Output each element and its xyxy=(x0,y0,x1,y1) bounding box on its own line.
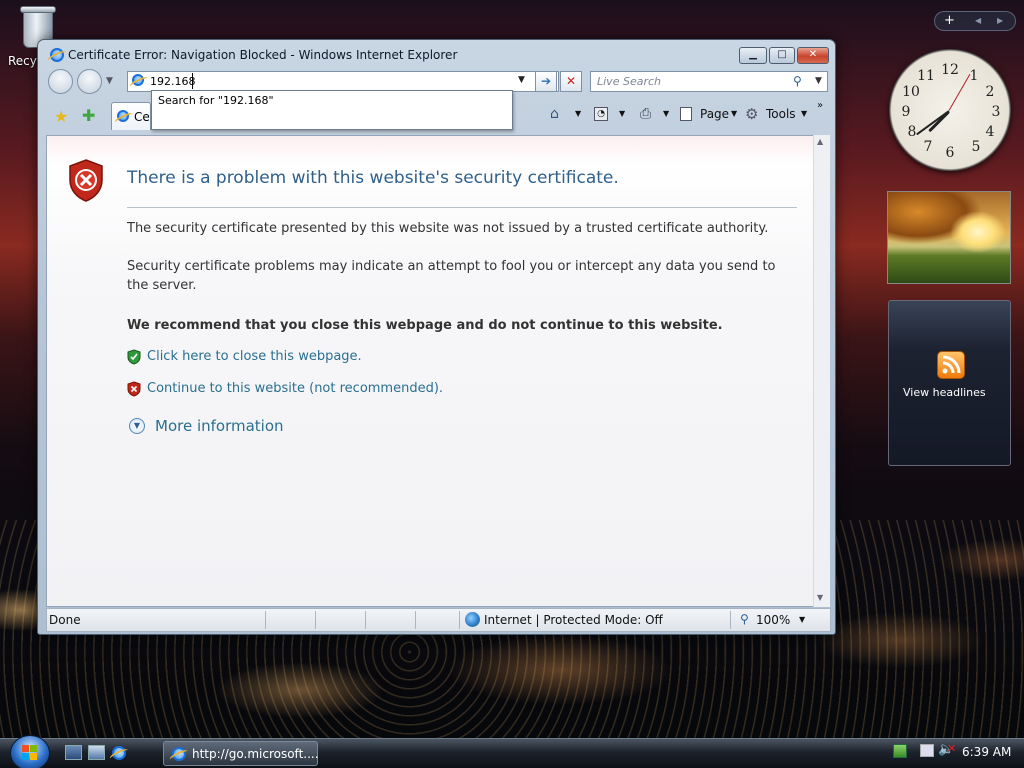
taskbar xyxy=(0,738,1024,768)
green-shield-icon xyxy=(127,349,141,365)
sidebar-controls: + ◀ ▶ xyxy=(934,11,1016,31)
print-icon[interactable]: ⎙ xyxy=(640,106,651,122)
tray-mute-x-icon: ✕ xyxy=(947,742,957,755)
scroll-down-icon[interactable]: ▼ xyxy=(817,593,823,602)
zoom-level[interactable]: 100% xyxy=(756,613,790,627)
expand-chevron-icon[interactable]: ▼ xyxy=(129,418,145,434)
home-dropdown-icon[interactable]: ▼ xyxy=(575,109,581,118)
forward-button[interactable] xyxy=(77,69,102,94)
address-bar[interactable]: 192.168 ▼ xyxy=(127,71,559,92)
autocomplete-dropdown[interactable]: Search for "192.168" xyxy=(151,90,513,130)
security-zone-text[interactable]: Internet | Protected Mode: Off xyxy=(484,613,663,627)
home-icon[interactable]: ⌂ xyxy=(550,106,559,122)
ie-icon xyxy=(50,48,64,62)
second-hand xyxy=(948,73,971,111)
security-error-shield-icon xyxy=(69,159,103,202)
tools-menu-dropdown-icon[interactable]: ▼ xyxy=(801,109,807,118)
status-bar: Done Internet | Protected Mode: Off ⚲ 10… xyxy=(46,608,831,632)
address-dropdown-icon[interactable]: ▼ xyxy=(518,75,530,85)
page-icon xyxy=(132,74,144,86)
feeds-icon[interactable]: ◔ xyxy=(594,107,608,121)
prev-gadget-icon[interactable]: ◀ xyxy=(975,16,981,25)
view-headlines-label[interactable]: View headlines xyxy=(903,386,986,399)
page-menu[interactable]: Page xyxy=(700,107,729,121)
add-gadget-button[interactable]: + xyxy=(944,13,955,28)
recent-pages-dropdown-icon[interactable]: ▼ xyxy=(106,76,113,86)
close-button[interactable]: ✕ xyxy=(797,47,829,64)
back-button[interactable] xyxy=(48,69,73,94)
more-information-link[interactable]: More information xyxy=(155,417,284,435)
tray-monitor-icon[interactable] xyxy=(920,744,934,757)
recommendation-text: We recommend that you close this webpage… xyxy=(127,318,723,333)
tools-menu[interactable]: Tools xyxy=(766,107,796,121)
tab-certificate-error[interactable]: Ce xyxy=(111,102,151,130)
autocomplete-item[interactable]: Search for "192.168" xyxy=(158,94,274,107)
page-menu-dropdown-icon[interactable]: ▼ xyxy=(731,109,737,118)
rss-feed-icon xyxy=(937,351,965,379)
page-menu-icon[interactable] xyxy=(680,107,692,121)
zoom-icon[interactable]: ⚲ xyxy=(740,612,749,626)
feed-headlines-gadget[interactable] xyxy=(888,300,1011,466)
ie-window: Certificate Error: Navigation Blocked - … xyxy=(37,39,836,635)
address-input[interactable]: 192.168 xyxy=(150,75,196,88)
add-favorites-icon[interactable]: ✚ xyxy=(82,106,95,125)
start-button[interactable] xyxy=(10,735,50,768)
tray-clock-time[interactable]: 6:39 AM xyxy=(962,745,1011,759)
search-input[interactable]: Live Search xyxy=(597,75,661,88)
switch-windows-icon[interactable] xyxy=(88,745,105,760)
minute-hand xyxy=(916,110,950,136)
continue-website-link[interactable]: Continue to this website (not recommende… xyxy=(147,381,443,396)
next-gadget-icon[interactable]: ▶ xyxy=(997,16,1003,25)
show-desktop-icon[interactable] xyxy=(65,745,82,760)
search-icon[interactable]: ⚲ xyxy=(793,74,802,88)
scroll-up-icon[interactable]: ▲ xyxy=(817,137,823,146)
page-heading: There is a problem with this website's s… xyxy=(127,168,619,188)
favorites-star-icon[interactable]: ★ xyxy=(54,107,68,126)
window-title: Certificate Error: Navigation Blocked - … xyxy=(68,48,458,62)
zoom-dropdown-icon[interactable]: ▼ xyxy=(799,615,805,624)
live-search-box[interactable]: Live Search ⚲ ▼ xyxy=(590,71,828,92)
heading-divider xyxy=(127,207,797,208)
maximize-button[interactable]: □ xyxy=(769,47,795,64)
taskbar-ie-icon xyxy=(172,747,186,761)
toolbar-overflow-icon[interactable]: » xyxy=(817,100,823,111)
go-button[interactable]: ➔ xyxy=(535,71,557,92)
page-content xyxy=(46,135,822,607)
quick-launch-ie-icon[interactable] xyxy=(112,746,126,760)
text-cursor xyxy=(192,73,193,89)
tray-network-icon[interactable] xyxy=(893,744,907,758)
search-dropdown-icon[interactable]: ▼ xyxy=(815,76,822,86)
taskbar-window-label: http://go.microsoft.... xyxy=(192,747,319,761)
slideshow-gadget[interactable] xyxy=(887,191,1011,284)
status-text: Done xyxy=(49,613,81,627)
print-dropdown-icon[interactable]: ▼ xyxy=(663,109,669,118)
tools-gear-icon[interactable]: ⚙ xyxy=(745,105,758,123)
stop-button[interactable]: ✕ xyxy=(560,71,582,92)
cert-problem-text: Security certificate problems may indica… xyxy=(127,259,776,293)
feeds-dropdown-icon[interactable]: ▼ xyxy=(619,109,625,118)
tab-label: Ce xyxy=(134,110,150,124)
minimize-button[interactable]: ▁ xyxy=(739,47,767,64)
vertical-scrollbar[interactable]: ▲ ▼ xyxy=(813,135,830,607)
red-shield-icon xyxy=(127,381,141,397)
clock-gadget[interactable]: 12 1 2 3 4 5 6 7 8 9 10 11 xyxy=(889,49,1011,171)
tab-ie-icon xyxy=(117,110,129,122)
internet-globe-icon xyxy=(465,612,480,627)
taskbar-ie-window-button[interactable]: http://go.microsoft.... xyxy=(163,741,319,766)
close-webpage-link[interactable]: Click here to close this webpage. xyxy=(147,349,362,364)
cert-not-trusted-text: The security certificate presented by th… xyxy=(127,221,769,236)
